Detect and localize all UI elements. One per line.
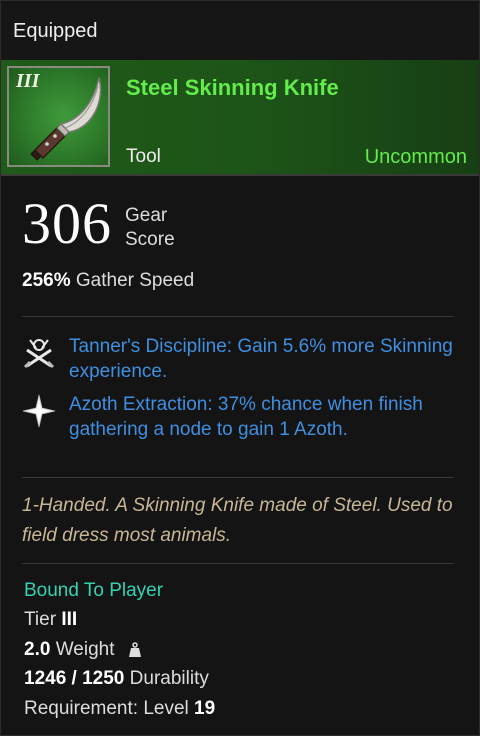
gear-score-label-line2: Score bbox=[125, 229, 175, 250]
tier-line: Tier III bbox=[24, 609, 77, 631]
azoth-star-icon bbox=[22, 394, 56, 428]
item-rarity: Uncommon bbox=[364, 146, 467, 168]
item-header: III Steel Skinning Knife Tool Uncommon bbox=[1, 60, 479, 176]
requirement-label: Requirement: bbox=[24, 698, 139, 719]
durability-label: Durability bbox=[129, 668, 209, 689]
gather-speed-stat: 256% Gather Speed bbox=[22, 270, 194, 292]
weight-line: 2.0 Weight bbox=[24, 639, 142, 661]
divider bbox=[22, 316, 454, 317]
bound-to-player: Bound To Player bbox=[24, 580, 164, 601]
gather-speed-label: Gather Speed bbox=[75, 270, 195, 291]
divider bbox=[22, 563, 454, 564]
perk-name: Tanner's Discipline: bbox=[69, 336, 233, 357]
equipped-bar: Equipped bbox=[1, 1, 479, 61]
durability-value: 1246 / 1250 bbox=[24, 668, 125, 689]
gear-score-value: 306 bbox=[22, 191, 112, 256]
requirement-level-label: Level bbox=[143, 698, 189, 719]
item-icon-frame: III bbox=[7, 66, 110, 167]
item-tooltip: Equipped III Steel Skinning Knife Tool U… bbox=[0, 0, 480, 736]
equipped-label: Equipped bbox=[13, 20, 98, 42]
divider bbox=[22, 477, 454, 478]
durability-line: 1246 / 1250 Durability bbox=[24, 668, 209, 690]
requirement-line: Requirement: Level 19 bbox=[24, 698, 215, 720]
weight-icon bbox=[128, 642, 141, 657]
gear-score-label-line1: Gear bbox=[125, 205, 168, 226]
tier-label: Tier bbox=[24, 609, 57, 630]
weight-label: Weight bbox=[55, 639, 115, 660]
perk-name: Azoth Extraction: bbox=[69, 394, 213, 415]
tier-value: III bbox=[61, 609, 78, 630]
gather-speed-value: 256% bbox=[22, 270, 71, 291]
tier-badge: III bbox=[16, 70, 40, 92]
tanner-discipline-icon bbox=[23, 339, 55, 369]
flavor-text: 1-Handed. A Skinning Knife made of Steel… bbox=[22, 495, 453, 546]
weight-value: 2.0 bbox=[24, 639, 51, 660]
gear-score-label: Gear Score bbox=[125, 204, 175, 252]
item-name: Steel Skinning Knife bbox=[126, 75, 339, 100]
item-type: Tool bbox=[126, 146, 161, 167]
requirement-level-value: 19 bbox=[194, 698, 216, 719]
